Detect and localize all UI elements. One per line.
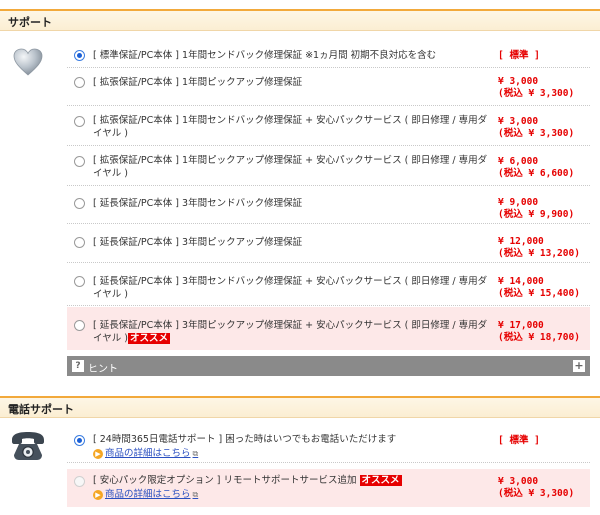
recommended-badge: オススメ: [127, 333, 170, 344]
option-price: ¥ 6,000 (税込 ¥ 6,600): [498, 156, 593, 180]
option-label: [ 延長保証/PC本体 ] 3年間センドバック修理保証 + 安心パックサービス …: [93, 276, 488, 300]
price-value: ¥ 12,000: [498, 236, 544, 247]
heart-icon: [13, 48, 43, 76]
option-label-text: [ 24時間365日電話サポート ] 困った時はいつでもお電話いただけます: [93, 434, 397, 445]
telephone-icon: [12, 432, 44, 460]
support-option[interactable]: [ 拡張保証/PC本体 ] 1年間センドバック修理保証 + 安心パックサービス …: [67, 106, 590, 146]
option-label-text: [ 安心パック限定オプション ] リモートサポートサービス追加: [93, 475, 357, 486]
option-price: ¥ 3,000 (税込 ¥ 3,300): [498, 76, 593, 100]
price-value: ¥ 14,000: [498, 276, 544, 287]
price-value: ¥ 9,000: [498, 197, 539, 208]
support-option[interactable]: [ 拡張保証/PC本体 ] 1年間ピックアップ修理保証 + 安心パックサービス …: [67, 146, 590, 186]
option-price: ¥ 17,000 (税込 ¥ 18,700): [498, 320, 593, 344]
arrow-right-icon: ▶: [93, 489, 103, 500]
support-option[interactable]: [ 延長保証/PC本体 ] 3年間ピックアップ修理保証 ¥ 12,000 (税込…: [67, 224, 590, 263]
price-with-tax: (税込 ¥ 3,300): [498, 488, 575, 499]
support-section-title: サポート: [8, 16, 52, 29]
option-label: [ 拡張保証/PC本体 ] 1年間ピックアップ修理保証 + 安心パックサービス …: [93, 155, 488, 179]
option-label: [ 延長保証/PC本体 ] 3年間センドバック修理保証: [93, 198, 303, 209]
external-window-icon: ⧉: [192, 449, 199, 458]
option-label: [ 延長保証/PC本体 ] 3年間ピックアップ修理保証: [93, 237, 303, 248]
price-value: ¥ 6,000: [498, 156, 539, 167]
support-option[interactable]: [ 延長保証/PC本体 ] 3年間センドバック修理保証 + 安心パックサービス …: [67, 263, 590, 306]
price-with-tax: (税込 ¥ 6,600): [498, 168, 575, 179]
radio-button[interactable]: [74, 77, 85, 88]
external-window-icon: ⧉: [192, 490, 199, 499]
support-option-recommended[interactable]: [ 延長保証/PC本体 ] 3年間ピックアップ修理保証 + 安心パックサービス …: [67, 307, 590, 350]
option-label: [ 標準保証/PC本体 ] 1年間センドバック修理保証 ※1ヵ月間 初期不良対応…: [93, 50, 437, 61]
phone-support-option[interactable]: [ 24時間365日電話サポート ] 困った時はいつでもお電話いただけます ▶ 商…: [67, 432, 590, 463]
product-detail-link[interactable]: ▶ 商品の詳細はこちら ⧉: [93, 488, 488, 501]
option-price: ¥ 12,000 (税込 ¥ 13,200): [498, 236, 593, 260]
radio-button[interactable]: [74, 198, 85, 209]
question-icon: ?: [72, 360, 84, 372]
support-option[interactable]: [ 延長保証/PC本体 ] 3年間センドバック修理保証 ¥ 9,000 (税込 …: [67, 186, 590, 224]
option-price: [ 標準 ]: [498, 435, 540, 446]
option-label: [ 拡張保証/PC本体 ] 1年間ピックアップ修理保証: [93, 77, 303, 88]
option-price: [ 標準 ]: [498, 50, 540, 61]
support-option[interactable]: [ 拡張保証/PC本体 ] 1年間ピックアップ修理保証 ¥ 3,000 (税込 …: [67, 73, 590, 106]
radio-button[interactable]: [74, 237, 85, 248]
price-with-tax: (税込 ¥ 9,900): [498, 209, 575, 220]
radio-button[interactable]: [74, 276, 85, 287]
phone-support-section-header: 電話サポート: [0, 396, 600, 418]
hint-bar[interactable]: ? ヒント +: [67, 356, 590, 376]
option-price: ¥ 9,000 (税込 ¥ 9,900): [498, 197, 593, 221]
price-with-tax: (税込 ¥ 3,300): [498, 88, 575, 99]
option-label: [ 安心パック限定オプション ] リモートサポートサービス追加 オススメ ▶ 商品…: [93, 474, 488, 501]
price-value: ¥ 17,000: [498, 320, 544, 331]
option-price: ¥ 3,000 (税込 ¥ 3,300): [498, 116, 593, 140]
price-with-tax: (税込 ¥ 15,400): [498, 288, 580, 299]
arrow-right-icon: ▶: [93, 448, 103, 459]
radio-button[interactable]: [74, 476, 85, 487]
radio-button[interactable]: [74, 50, 85, 61]
price-value: ¥ 3,000: [498, 476, 539, 487]
option-label: [ 延長保証/PC本体 ] 3年間ピックアップ修理保証 + 安心パックサービス …: [93, 319, 488, 345]
price-with-tax: (税込 ¥ 13,200): [498, 248, 580, 259]
radio-button[interactable]: [74, 116, 85, 127]
support-option[interactable]: [ 標準保証/PC本体 ] 1年間センドバック修理保証 ※1ヵ月間 初期不良対応…: [67, 48, 590, 68]
radio-button[interactable]: [74, 156, 85, 167]
recommended-badge: オススメ: [359, 475, 402, 486]
option-price: ¥ 3,000 (税込 ¥ 3,300): [498, 476, 593, 500]
price-value: ¥ 3,000: [498, 76, 539, 87]
support-section-header: サポート: [0, 9, 600, 31]
price-with-tax: (税込 ¥ 18,700): [498, 332, 580, 343]
phone-support-section-title: 電話サポート: [8, 403, 74, 416]
option-price: ¥ 14,000 (税込 ¥ 15,400): [498, 276, 593, 300]
option-label: [ 24時間365日電話サポート ] 困った時はいつでもお電話いただけます ▶ 商…: [93, 433, 488, 460]
option-label: [ 拡張保証/PC本体 ] 1年間センドバック修理保証 + 安心パックサービス …: [93, 115, 488, 139]
price-with-tax: (税込 ¥ 3,300): [498, 128, 575, 139]
radio-button[interactable]: [74, 435, 85, 446]
radio-button[interactable]: [74, 320, 85, 331]
product-detail-link[interactable]: ▶ 商品の詳細はこちら ⧉: [93, 447, 488, 460]
price-value: ¥ 3,000: [498, 116, 539, 127]
phone-support-option-recommended[interactable]: [ 安心パック限定オプション ] リモートサポートサービス追加 オススメ ▶ 商品…: [67, 469, 590, 507]
hint-label: ヒント: [88, 364, 118, 375]
plus-icon[interactable]: +: [573, 360, 585, 372]
